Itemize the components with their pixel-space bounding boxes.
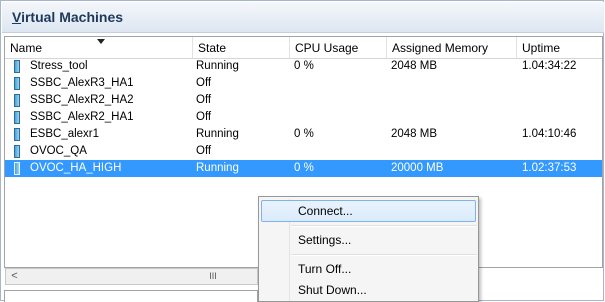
column-header-uptime[interactable]: Uptime: [517, 37, 602, 58]
vm-assigned-memory: 2048 MB: [391, 128, 438, 140]
vm-state: Off: [196, 111, 212, 123]
table-row[interactable]: ESBC_alexr1 Running 0 % 2048 MB 1.04:10:…: [5, 126, 602, 143]
scroll-thumb-grip-icon[interactable]: III: [206, 269, 220, 284]
vm-name: SSBC_AlexR3_HA1: [30, 77, 134, 89]
column-header-label: Name: [10, 41, 43, 55]
menu-item-turn-off[interactable]: Turn Off...: [261, 258, 476, 280]
menu-separator: [291, 225, 477, 227]
horizontal-scrollbar[interactable]: < III: [5, 268, 258, 285]
table-row[interactable]: SSBC_AlexR3_HA1 Off: [5, 75, 602, 92]
menu-item-settings[interactable]: Settings...: [261, 229, 476, 251]
panel-title: Virtual Machines: [12, 9, 123, 25]
column-header-cpu-usage[interactable]: CPU Usage: [290, 37, 387, 58]
virtual-machine-icon: [14, 77, 20, 90]
title-rest: irtual Machines: [21, 9, 124, 25]
vm-state: Off: [196, 94, 212, 106]
vm-cpu-usage: 0 %: [294, 162, 314, 174]
table-row[interactable]: Stress_tool Running 0 % 2048 MB 1.04:34:…: [5, 58, 602, 75]
list-header: Name State CPU Usage Assigned Memory Upt…: [5, 37, 602, 59]
panel-title-bar: Virtual Machines: [2, 2, 604, 33]
table-row[interactable]: SSBC_AlexR2_HA1 Off: [5, 109, 602, 126]
virtual-machine-icon: [14, 128, 20, 141]
vm-assigned-memory: 2048 MB: [391, 60, 438, 72]
context-menu: Connect... Settings... Turn Off... Shut …: [258, 196, 479, 302]
menu-separator: [291, 254, 477, 256]
column-header-label: Uptime: [522, 41, 561, 55]
vm-name: Stress_tool: [30, 60, 88, 72]
vm-name: OVOC_QA: [30, 145, 87, 157]
vm-state: Off: [196, 77, 212, 89]
virtual-machine-icon: [14, 60, 20, 73]
vm-cpu-usage: 0 %: [294, 128, 314, 140]
column-header-state[interactable]: State: [193, 37, 290, 58]
vm-uptime: 1.02:37:53: [522, 162, 577, 174]
virtual-machine-icon: [14, 145, 20, 158]
vm-state: Running: [196, 162, 239, 174]
column-header-label: Assigned Memory: [392, 41, 489, 55]
sort-descending-icon: [97, 39, 105, 44]
vm-state: Off: [196, 145, 212, 157]
title-accelerator: V: [12, 9, 22, 25]
vm-state: Running: [196, 60, 239, 72]
table-row[interactable]: OVOC_QA Off: [5, 143, 602, 160]
column-header-label: CPU Usage: [295, 41, 359, 55]
virtual-machine-icon: [14, 162, 20, 175]
scroll-left-icon[interactable]: <: [7, 269, 22, 284]
table-row-selected[interactable]: OVOC_HA_HIGH Running 0 % 20000 MB 1.02:3…: [5, 160, 602, 177]
vm-name: SSBC_AlexR2_HA1: [30, 111, 134, 123]
vm-uptime: 1.04:10:46: [522, 128, 577, 140]
column-header-assigned-memory[interactable]: Assigned Memory: [387, 37, 517, 58]
vm-assigned-memory: 20000 MB: [391, 162, 444, 174]
virtual-machine-icon: [14, 94, 20, 107]
virtual-machine-icon: [14, 111, 20, 124]
vm-uptime: 1.04:34:22: [522, 60, 577, 72]
vm-cpu-usage: 0 %: [294, 60, 314, 72]
vm-name: ESBC_alexr1: [30, 128, 100, 140]
vm-name: SSBC_AlexR2_HA2: [30, 94, 134, 106]
column-header-label: State: [198, 41, 227, 55]
table-row[interactable]: SSBC_AlexR2_HA2 Off: [5, 92, 602, 109]
vm-state: Running: [196, 128, 239, 140]
menu-item-shut-down[interactable]: Shut Down...: [261, 279, 476, 301]
menu-item-connect[interactable]: Connect...: [261, 200, 476, 222]
details-pane-edge: [4, 290, 258, 302]
column-header-name[interactable]: Name: [5, 37, 193, 58]
vm-name: OVOC_HA_HIGH: [30, 162, 122, 174]
